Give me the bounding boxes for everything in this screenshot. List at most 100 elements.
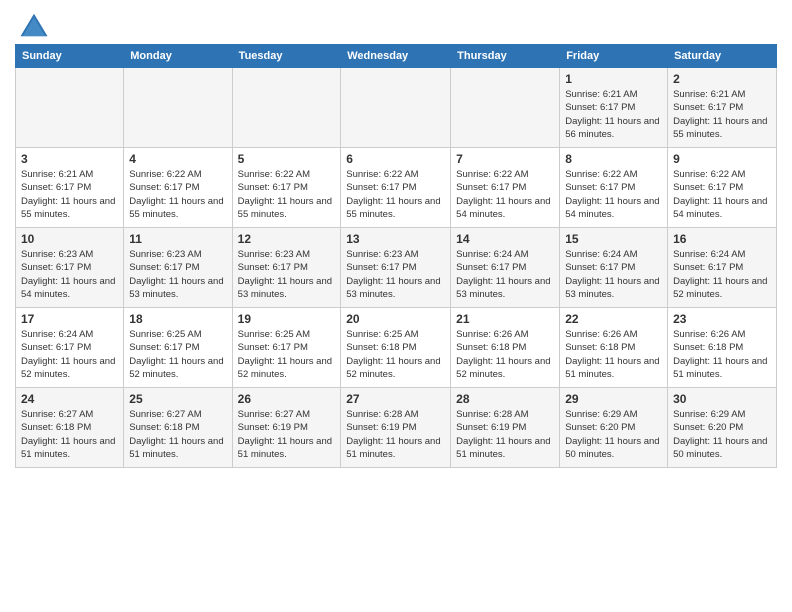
day-info: Sunrise: 6:23 AM Sunset: 6:17 PM Dayligh… (129, 248, 226, 301)
calendar-cell: 25 Sunrise: 6:27 AM Sunset: 6:18 PM Dayli… (124, 388, 232, 468)
calendar-cell: 20 Sunrise: 6:25 AM Sunset: 6:18 PM Dayli… (341, 308, 451, 388)
day-info: Sunrise: 6:22 AM Sunset: 6:17 PM Dayligh… (565, 168, 662, 221)
calendar-cell: 13Sunrise: 6:23 AM Sunset: 6:17 PM Dayli… (341, 228, 451, 308)
day-number: 21 (456, 312, 554, 326)
day-info: Sunrise: 6:23 AM Sunset: 6:17 PM Dayligh… (238, 248, 336, 301)
calendar-cell: 7 Sunrise: 6:22 AM Sunset: 6:17 PM Daylig… (451, 148, 560, 228)
day-number: 6 (346, 152, 445, 166)
day-header: Saturday (668, 45, 777, 68)
day-number: 9 (673, 152, 771, 166)
calendar-week-row: 3Sunrise: 6:21 AM Sunset: 6:17 PM Daylig… (16, 148, 777, 228)
calendar-cell: 21 Sunrise: 6:26 AM Sunset: 6:18 PM Dayli… (451, 308, 560, 388)
day-number: 26 (238, 392, 336, 406)
calendar-cell: 11 Sunrise: 6:23 AM Sunset: 6:17 PM Dayli… (124, 228, 232, 308)
day-info: Sunrise: 6:24 AM Sunset: 6:17 PM Dayligh… (673, 248, 771, 301)
calendar-cell (451, 68, 560, 148)
header (15, 10, 777, 36)
day-info: Sunrise: 6:26 AM Sunset: 6:18 PM Dayligh… (673, 328, 771, 381)
calendar-week-row: 10 Sunrise: 6:23 AM Sunset: 6:17 PM Dayli… (16, 228, 777, 308)
calendar-cell: 2 Sunrise: 6:21 AM Sunset: 6:17 PM Daylig… (668, 68, 777, 148)
day-number: 11 (129, 232, 226, 246)
day-number: 20 (346, 312, 445, 326)
day-info: Sunrise: 6:22 AM Sunset: 6:17 PM Dayligh… (238, 168, 336, 221)
day-number: 18 (129, 312, 226, 326)
day-number: 17 (21, 312, 118, 326)
calendar-cell: 12 Sunrise: 6:23 AM Sunset: 6:17 PM Dayli… (232, 228, 341, 308)
day-info: Sunrise: 6:27 AM Sunset: 6:19 PM Dayligh… (238, 408, 336, 461)
day-number: 4 (129, 152, 226, 166)
calendar-cell: 8 Sunrise: 6:22 AM Sunset: 6:17 PM Daylig… (560, 148, 668, 228)
day-number: 25 (129, 392, 226, 406)
calendar-cell: 6 Sunrise: 6:22 AM Sunset: 6:17 PM Daylig… (341, 148, 451, 228)
day-number: 2 (673, 72, 771, 86)
page-container: SundayMondayTuesdayWednesdayThursdayFrid… (0, 0, 792, 612)
day-info: Sunrise: 6:26 AM Sunset: 6:18 PM Dayligh… (456, 328, 554, 381)
calendar-header-row: SundayMondayTuesdayWednesdayThursdayFrid… (16, 45, 777, 68)
day-header: Thursday (451, 45, 560, 68)
day-info: Sunrise: 6:24 AM Sunset: 6:17 PM Dayligh… (565, 248, 662, 301)
day-info: Sunrise: 6:25 AM Sunset: 6:17 PM Dayligh… (129, 328, 226, 381)
day-info: Sunrise: 6:24 AM Sunset: 6:17 PM Dayligh… (456, 248, 554, 301)
calendar-cell: 17 Sunrise: 6:24 AM Sunset: 6:17 PM Dayli… (16, 308, 124, 388)
logo-icon (19, 10, 49, 40)
day-info: Sunrise: 6:26 AM Sunset: 6:18 PM Dayligh… (565, 328, 662, 381)
day-number: 30 (673, 392, 771, 406)
day-info: Sunrise: 6:25 AM Sunset: 6:18 PM Dayligh… (346, 328, 445, 381)
day-number: 16 (673, 232, 771, 246)
day-header: Friday (560, 45, 668, 68)
calendar-cell: 1 Sunrise: 6:21 AM Sunset: 6:17 PM Daylig… (560, 68, 668, 148)
calendar-cell: 22 Sunrise: 6:26 AM Sunset: 6:18 PM Dayli… (560, 308, 668, 388)
calendar-cell: 23 Sunrise: 6:26 AM Sunset: 6:18 PM Dayli… (668, 308, 777, 388)
day-number: 22 (565, 312, 662, 326)
calendar-week-row: 1 Sunrise: 6:21 AM Sunset: 6:17 PM Daylig… (16, 68, 777, 148)
day-info: Sunrise: 6:29 AM Sunset: 6:20 PM Dayligh… (565, 408, 662, 461)
calendar: SundayMondayTuesdayWednesdayThursdayFrid… (15, 44, 777, 468)
day-header: Tuesday (232, 45, 341, 68)
calendar-cell: 30 Sunrise: 6:29 AM Sunset: 6:20 PM Dayli… (668, 388, 777, 468)
calendar-cell (124, 68, 232, 148)
day-info: Sunrise: 6:22 AM Sunset: 6:17 PM Dayligh… (346, 168, 445, 221)
day-header: Wednesday (341, 45, 451, 68)
day-info: Sunrise: 6:22 AM Sunset: 6:17 PM Dayligh… (129, 168, 226, 221)
day-header: Sunday (16, 45, 124, 68)
day-number: 12 (238, 232, 336, 246)
day-info: Sunrise: 6:27 AM Sunset: 6:18 PM Dayligh… (21, 408, 118, 461)
calendar-cell: 16 Sunrise: 6:24 AM Sunset: 6:17 PM Dayli… (668, 228, 777, 308)
calendar-cell (341, 68, 451, 148)
day-info: Sunrise: 6:23 AM Sunset: 6:17 PM Dayligh… (21, 248, 118, 301)
calendar-cell: 14 Sunrise: 6:24 AM Sunset: 6:17 PM Dayli… (451, 228, 560, 308)
day-number: 1 (565, 72, 662, 86)
day-info: Sunrise: 6:28 AM Sunset: 6:19 PM Dayligh… (456, 408, 554, 461)
day-info: Sunrise: 6:27 AM Sunset: 6:18 PM Dayligh… (129, 408, 226, 461)
calendar-cell: 15Sunrise: 6:24 AM Sunset: 6:17 PM Dayli… (560, 228, 668, 308)
day-number: 8 (565, 152, 662, 166)
day-info: Sunrise: 6:28 AM Sunset: 6:19 PM Dayligh… (346, 408, 445, 461)
day-number: 23 (673, 312, 771, 326)
day-header: Monday (124, 45, 232, 68)
calendar-cell: 10 Sunrise: 6:23 AM Sunset: 6:17 PM Dayli… (16, 228, 124, 308)
calendar-cell: 9Sunrise: 6:22 AM Sunset: 6:17 PM Daylig… (668, 148, 777, 228)
day-number: 7 (456, 152, 554, 166)
day-info: Sunrise: 6:22 AM Sunset: 6:17 PM Dayligh… (456, 168, 554, 221)
day-number: 3 (21, 152, 118, 166)
calendar-week-row: 17 Sunrise: 6:24 AM Sunset: 6:17 PM Dayli… (16, 308, 777, 388)
day-info: Sunrise: 6:21 AM Sunset: 6:17 PM Dayligh… (673, 88, 771, 141)
calendar-cell: 24 Sunrise: 6:27 AM Sunset: 6:18 PM Dayli… (16, 388, 124, 468)
day-number: 10 (21, 232, 118, 246)
calendar-cell (16, 68, 124, 148)
calendar-cell: 4 Sunrise: 6:22 AM Sunset: 6:17 PM Daylig… (124, 148, 232, 228)
day-number: 13 (346, 232, 445, 246)
day-number: 27 (346, 392, 445, 406)
calendar-cell: 27 Sunrise: 6:28 AM Sunset: 6:19 PM Dayli… (341, 388, 451, 468)
day-info: Sunrise: 6:29 AM Sunset: 6:20 PM Dayligh… (673, 408, 771, 461)
calendar-cell: 3Sunrise: 6:21 AM Sunset: 6:17 PM Daylig… (16, 148, 124, 228)
day-info: Sunrise: 6:25 AM Sunset: 6:17 PM Dayligh… (238, 328, 336, 381)
day-number: 24 (21, 392, 118, 406)
day-number: 19 (238, 312, 336, 326)
day-number: 29 (565, 392, 662, 406)
day-number: 5 (238, 152, 336, 166)
day-info: Sunrise: 6:24 AM Sunset: 6:17 PM Dayligh… (21, 328, 118, 381)
day-info: Sunrise: 6:21 AM Sunset: 6:17 PM Dayligh… (565, 88, 662, 141)
calendar-cell: 28Sunrise: 6:28 AM Sunset: 6:19 PM Dayli… (451, 388, 560, 468)
day-number: 14 (456, 232, 554, 246)
